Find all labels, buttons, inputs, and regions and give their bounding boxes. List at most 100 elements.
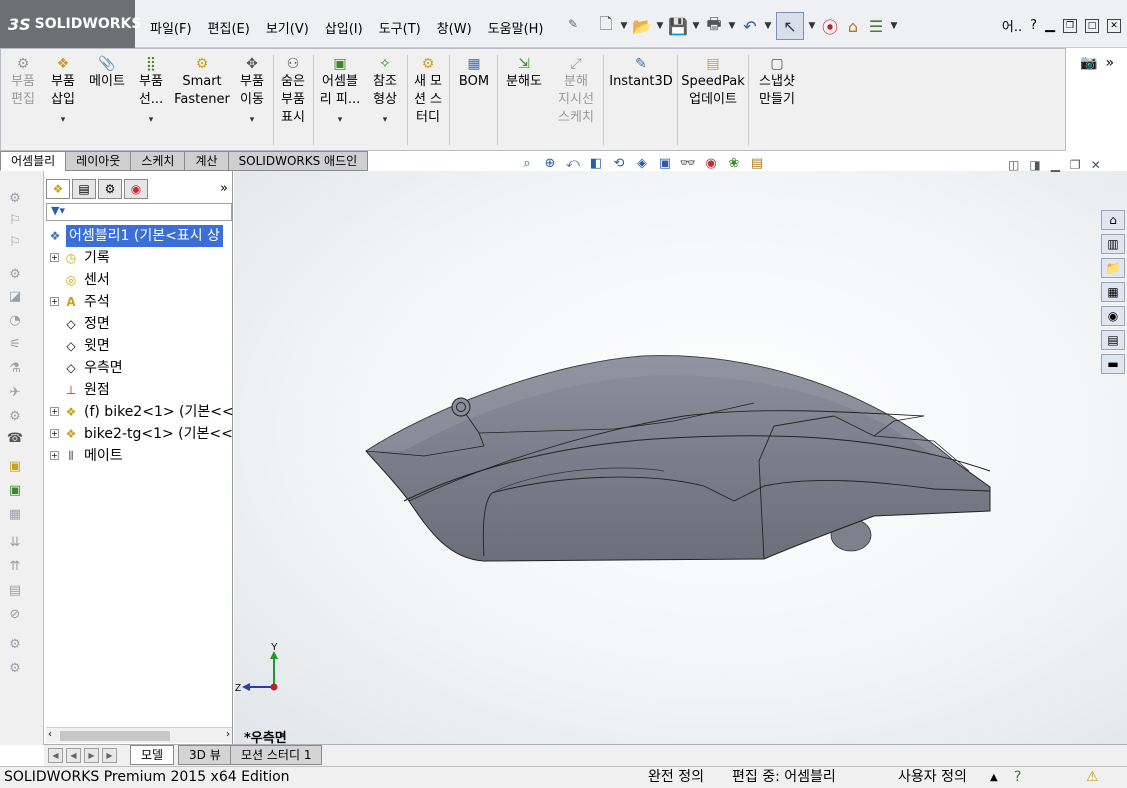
help-question-icon[interactable]: ? <box>1014 767 1021 788</box>
view-settings-icon[interactable]: ▤ <box>748 156 766 171</box>
split-view-icon[interactable]: ◫ <box>1008 158 1019 172</box>
rebuild-icon[interactable]: ⚠ <box>1086 767 1099 788</box>
strip-tool-icon[interactable]: ⚙ <box>6 409 24 427</box>
show-hidden-components-button[interactable]: ⚇ 숨은 부품 표시 <box>275 55 311 127</box>
view-palette-icon[interactable]: ▦ <box>1101 282 1125 302</box>
new-motion-study-button[interactable]: ⚙ 새 모 션 스 터디 <box>409 55 447 127</box>
tab-model[interactable]: 모델 <box>130 745 175 765</box>
help-button[interactable]: ? <box>1030 18 1037 33</box>
zoom-to-fit-icon[interactable]: ⌕ <box>518 156 536 171</box>
unit-system[interactable]: 사용자 정의 <box>898 767 967 788</box>
save-dropdown-icon[interactable]: ▼ <box>691 12 701 40</box>
dropdown-arrow-icon[interactable]: ▾ <box>45 111 81 129</box>
tree-filter[interactable]: ▼▾ <box>46 203 232 221</box>
solidworks-resources-icon[interactable]: ⌂ <box>1101 210 1125 230</box>
tree-node-origin[interactable]: ⊥ 원점 <box>44 379 233 401</box>
link-views-icon[interactable]: ◨ <box>1029 158 1040 172</box>
strip-tool-icon[interactable]: ▤ <box>6 583 24 601</box>
open-folder-icon[interactable]: 📂 <box>632 12 652 40</box>
first-tab-icon[interactable]: ◀ <box>48 748 63 763</box>
last-tab-icon[interactable]: ▶ <box>102 748 117 763</box>
edit-appearance-icon[interactable]: ◉ <box>702 156 720 171</box>
move-component-button[interactable]: ✥ 부품 이동 ▾ <box>235 55 269 129</box>
maximize-icon[interactable]: □ <box>1085 18 1099 33</box>
menu-edit[interactable]: 편집(E) <box>200 16 258 39</box>
select-cursor-icon[interactable]: ↖ <box>776 12 804 40</box>
configuration-manager-tab-icon[interactable]: ⚙ <box>98 179 122 199</box>
view-orientation-icon[interactable]: ◈ <box>633 156 651 171</box>
menu-view[interactable]: 보기(V) <box>258 16 317 39</box>
file-properties-icon[interactable]: ⌂ <box>843 12 863 40</box>
strip-tool-icon[interactable]: ◔ <box>6 313 24 331</box>
appearances-icon[interactable]: ◉ <box>1101 306 1125 326</box>
rebuild-traffic-light-icon[interactable]: ⦿ <box>820 12 840 40</box>
forum-icon[interactable]: ▬ <box>1101 354 1125 374</box>
tree-node-mates[interactable]: + ⫴ 메이트 <box>44 445 233 467</box>
prev-tab-icon[interactable]: ◀ <box>66 748 81 763</box>
design-library-icon[interactable]: ▥ <box>1101 234 1125 254</box>
expand-toggle[interactable]: + <box>50 253 59 262</box>
search-commands[interactable]: 어.. <box>1002 16 1022 35</box>
strip-tool-icon[interactable]: ⚙ <box>6 637 24 655</box>
menu-tools[interactable]: 도구(T) <box>371 16 429 39</box>
undo-icon[interactable]: ↶ <box>740 12 760 40</box>
hide-show-items-icon[interactable]: 👓 <box>679 156 697 171</box>
dropdown-arrow-icon[interactable]: ▾ <box>235 111 269 129</box>
reference-geometry-button[interactable]: ✧ 참조 형상 ▾ <box>367 55 403 129</box>
exploded-view-button[interactable]: ⇲ 분해도 <box>501 55 547 91</box>
scroll-left-icon[interactable]: ‹ <box>48 729 52 740</box>
assembly-features-button[interactable]: ▣ 어셈블 리 피... ▾ <box>317 55 363 129</box>
tab-3d-views[interactable]: 3D 뷰 <box>178 745 232 765</box>
strip-tool-icon[interactable]: ⚐ <box>6 235 24 253</box>
strip-tool-icon[interactable]: ⚙ <box>6 191 24 209</box>
tree-node-sensors[interactable]: ◎ 센서 <box>44 269 233 291</box>
mate-button[interactable]: 📎 메이트 <box>85 55 129 91</box>
file-explorer-icon[interactable]: 📁 <box>1101 258 1125 278</box>
strip-tool-icon[interactable]: ▣ <box>6 459 24 477</box>
tab-sketch[interactable]: 스케치 <box>130 151 186 171</box>
tree-root-assembly[interactable]: ❖ 어셈블리1 (기본<표시 상 <box>44 225 233 247</box>
previous-view-icon[interactable]: ⤺ <box>564 156 582 171</box>
graphics-area[interactable]: Y Z <box>234 171 1127 744</box>
strip-tool-icon[interactable]: ▦ <box>6 507 24 525</box>
property-manager-tab-icon[interactable]: ▤ <box>72 179 96 199</box>
strip-tool-icon[interactable]: ⚙ <box>6 267 24 285</box>
dropdown-arrow-icon[interactable]: ▾ <box>133 111 169 129</box>
strip-tool-icon[interactable]: ⇊ <box>6 535 24 553</box>
open-dropdown-icon[interactable]: ▼ <box>655 12 665 40</box>
options-dropdown-icon[interactable]: ▼ <box>889 12 899 40</box>
viewport-close-icon[interactable]: ✕ <box>1091 158 1101 172</box>
dynamic-annotation-icon[interactable]: ⟲ <box>610 156 628 171</box>
restore-icon[interactable]: ❐ <box>1063 18 1077 33</box>
viewport-minimize-icon[interactable]: ▁ <box>1051 158 1060 172</box>
expand-chevron-icon[interactable]: » <box>1105 55 1114 71</box>
smart-fastener-button[interactable]: ⚙ Smart Fastener <box>173 55 231 109</box>
next-tab-icon[interactable]: ▶ <box>84 748 99 763</box>
scroll-right-icon[interactable]: › <box>226 729 230 740</box>
scroll-thumb[interactable] <box>60 731 170 741</box>
strip-tool-icon[interactable]: ⇈ <box>6 559 24 577</box>
save-icon[interactable]: 💾 <box>668 12 688 40</box>
zoom-to-area-icon[interactable]: ⊕ <box>541 156 559 171</box>
solidworks-logo[interactable]: 3S SOLIDWORKS <box>0 0 141 48</box>
tab-motion-study-1[interactable]: 모션 스터디 1 <box>230 745 323 765</box>
tree-node-top-plane[interactable]: ◇ 윗면 <box>44 335 233 357</box>
close-icon[interactable]: ✕ <box>1107 18 1121 33</box>
bike-fairing-model[interactable] <box>234 171 1127 744</box>
minimize-icon[interactable]: ▁ <box>1045 18 1055 33</box>
options-icon[interactable]: ☰ <box>866 12 886 40</box>
menu-window[interactable]: 창(W) <box>429 16 480 39</box>
camera-icon[interactable]: 📷 <box>1080 55 1097 71</box>
new-document-icon[interactable]: 🗋 <box>596 12 616 40</box>
speedpak-update-button[interactable]: ▤ SpeedPak 업데이트 <box>681 55 745 109</box>
apply-scene-icon[interactable]: ❀ <box>725 156 743 171</box>
feature-tree-tab-icon[interactable]: ❖ <box>46 179 70 199</box>
dropdown-arrow-icon[interactable]: ▾ <box>317 111 363 129</box>
section-view-icon[interactable]: ◧ <box>587 156 605 171</box>
tree-node-annotations[interactable]: + A 주석 <box>44 291 233 313</box>
edit-component-button[interactable]: ⚙ 부품 편집 <box>5 55 41 109</box>
undo-dropdown-icon[interactable]: ▼ <box>763 12 773 40</box>
select-dropdown-icon[interactable]: ▼ <box>807 12 817 40</box>
expand-toggle[interactable]: + <box>50 451 59 460</box>
print-dropdown-icon[interactable]: ▼ <box>727 12 737 40</box>
